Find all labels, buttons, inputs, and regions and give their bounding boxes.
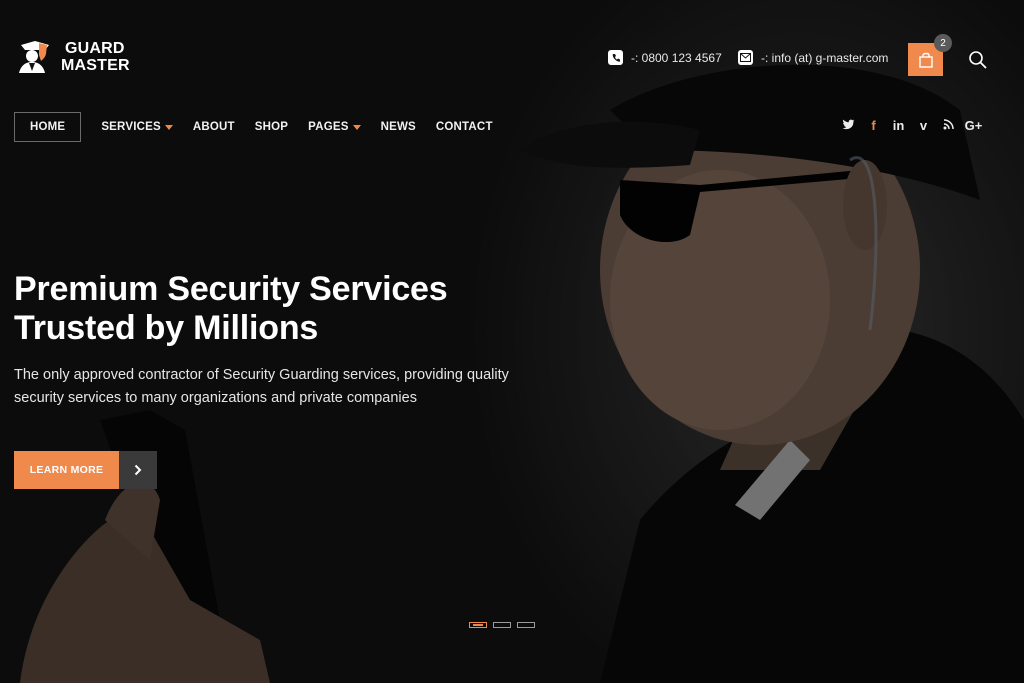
phone-number: -: 0800 123 4567 [631,50,722,65]
nav-services-label: SERVICES [101,121,161,133]
google-plus-icon[interactable]: G+ [961,118,986,133]
guard-logo-icon [19,41,49,73]
brand-line1: GUARD [65,40,125,57]
nav-services[interactable]: SERVICES [91,112,183,142]
nav-about[interactable]: ABOUT [183,112,245,142]
brand-line2: MASTER [61,57,130,74]
slider-dot-2[interactable] [493,622,511,628]
twitter-icon[interactable] [836,118,861,133]
cta-arrow-button[interactable] [119,451,157,489]
linkedin-icon[interactable]: in [886,118,911,133]
main-navigation: HOME SERVICES ABOUT SHOP PAGES NEWS CONT… [14,112,503,142]
headline-line1: Premium Security Services [14,270,448,308]
nav-about-label: ABOUT [192,121,235,133]
cart-count-badge: 2 [934,34,952,52]
facebook-icon[interactable]: f [861,118,886,133]
nav-contact-label: CONTACT [435,121,493,133]
slider-pagination [469,622,535,628]
slider-dot-3[interactable] [517,622,535,628]
brand-logo[interactable]: GUARD MASTER [15,37,130,77]
nav-news[interactable]: NEWS [371,112,426,142]
nav-contact[interactable]: CONTACT [426,112,503,142]
social-links: f in v G+ [836,118,986,133]
learn-more-cta: LEARN MORE [14,451,157,489]
caret-down-icon [352,124,361,130]
hero-section: GUARD MASTER -: 0800 123 4567 -: info (a… [0,0,1024,683]
nav-home[interactable]: HOME [14,112,82,142]
slider-dot-1[interactable] [469,622,487,628]
description-line2: security services to many organizations … [14,390,417,406]
description-line1: The only approved contractor of Security… [14,367,509,383]
nav-news-label: NEWS [380,121,416,133]
header-email[interactable]: -: info (at) g-master.com [738,50,888,65]
search-icon[interactable] [968,50,988,70]
caret-down-icon [164,124,173,130]
phone-icon [608,50,623,65]
shopping-bag-icon [918,52,933,68]
hero-description: The only approved contractor of Security… [14,364,534,410]
learn-more-button[interactable]: LEARN MORE [14,451,119,489]
hero-headline: Premium Security Services Trusted by Mil… [14,270,448,348]
header-phone[interactable]: -: 0800 123 4567 [608,50,722,65]
nav-pages-label: PAGES [308,121,349,133]
mail-icon [738,50,753,65]
chevron-right-icon [134,464,142,476]
nav-home-label: HOME [30,121,66,133]
nav-shop-label: SHOP [254,121,289,133]
email-address: -: info (at) g-master.com [761,50,889,65]
nav-pages[interactable]: PAGES [298,112,370,142]
brand-name: GUARD MASTER [61,40,130,74]
rss-icon[interactable] [936,118,961,133]
headline-line2: Trusted by Millions [14,309,319,347]
nav-shop[interactable]: SHOP [245,112,298,142]
vimeo-icon[interactable]: v [911,118,936,133]
